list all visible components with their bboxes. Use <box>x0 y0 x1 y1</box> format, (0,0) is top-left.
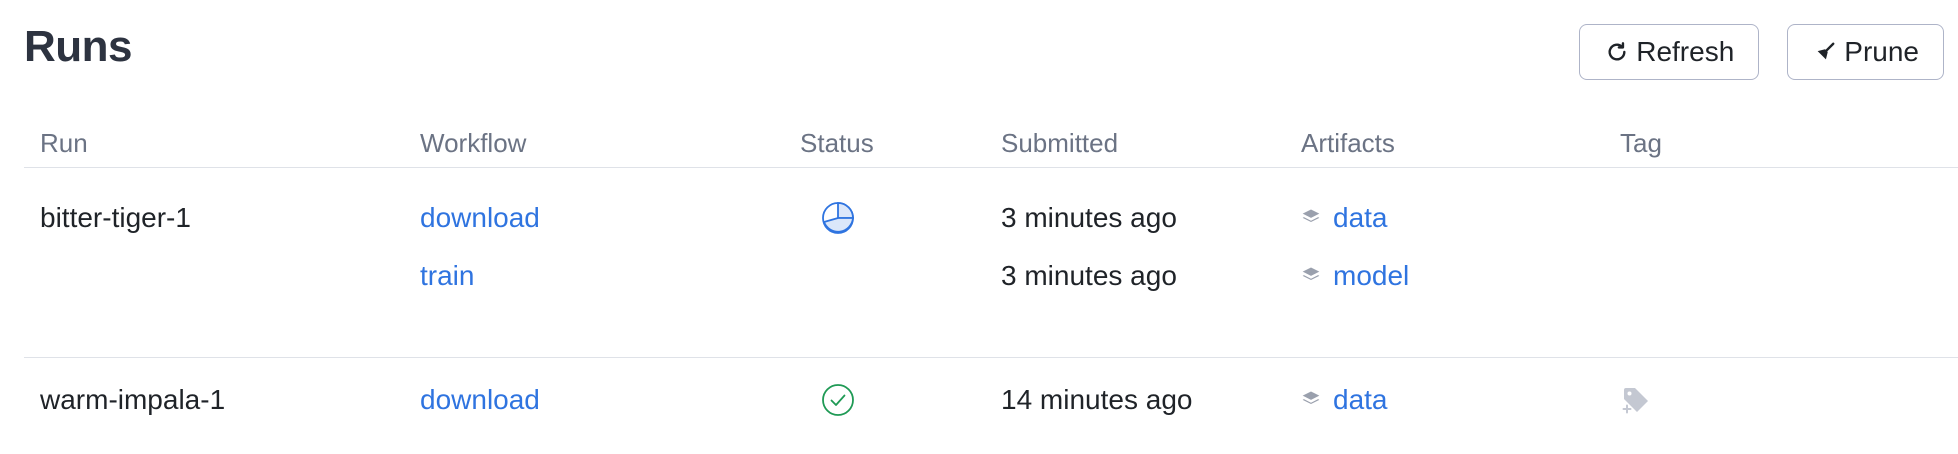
artifact-link[interactable]: data <box>1333 202 1388 234</box>
submitted-time: 3 minutes ago <box>1001 260 1177 291</box>
artifact-link[interactable]: data <box>1333 384 1388 416</box>
table-row[interactable]: warm-impala-1 download 14 minutes ago da… <box>24 358 1958 454</box>
column-header-tag[interactable]: Tag <box>1620 128 1662 159</box>
artifact-item[interactable]: data <box>1301 198 1388 238</box>
column-header-artifacts[interactable]: Artifacts <box>1301 128 1395 159</box>
page-title: Runs <box>24 22 133 71</box>
toolbar: Refresh Prune <box>1579 24 1944 80</box>
workflow-link[interactable]: download <box>420 380 540 420</box>
table-row[interactable]: bitter-tiger-1 download train 3 minutes … <box>24 168 1958 358</box>
pie-progress-icon <box>818 198 858 238</box>
artifact-item[interactable]: model <box>1301 256 1409 296</box>
column-header-workflow[interactable]: Workflow <box>420 128 526 159</box>
workflow-link[interactable]: train <box>420 256 474 296</box>
check-circle-icon <box>818 380 858 420</box>
broom-icon <box>1814 41 1836 63</box>
runs-table: Run Workflow Status Submitted Artifacts … <box>24 118 1958 454</box>
column-header-run[interactable]: Run <box>40 128 88 159</box>
refresh-button[interactable]: Refresh <box>1579 24 1760 80</box>
column-header-submitted[interactable]: Submitted <box>1001 128 1118 159</box>
submitted-time: 3 minutes ago <box>1001 202 1177 233</box>
run-name: bitter-tiger-1 <box>40 202 191 233</box>
table-header: Run Workflow Status Submitted Artifacts … <box>24 118 1958 168</box>
run-name: warm-impala-1 <box>40 384 226 415</box>
prune-button[interactable]: Prune <box>1787 24 1944 80</box>
layers-icon <box>1301 384 1321 416</box>
prune-label: Prune <box>1844 36 1919 67</box>
layers-icon <box>1301 260 1321 292</box>
refresh-label: Refresh <box>1636 36 1735 67</box>
layers-icon <box>1301 202 1321 234</box>
refresh-icon <box>1606 41 1628 63</box>
workflow-link[interactable]: download <box>420 198 540 238</box>
add-tag-icon[interactable] <box>1621 380 1651 420</box>
submitted-time: 14 minutes ago <box>1001 384 1193 415</box>
runs-page: Runs Refresh Prune Run Workflow Status S… <box>0 0 1958 454</box>
artifact-item[interactable]: data <box>1301 380 1388 420</box>
artifact-link[interactable]: model <box>1333 260 1409 292</box>
column-header-status[interactable]: Status <box>800 128 874 159</box>
